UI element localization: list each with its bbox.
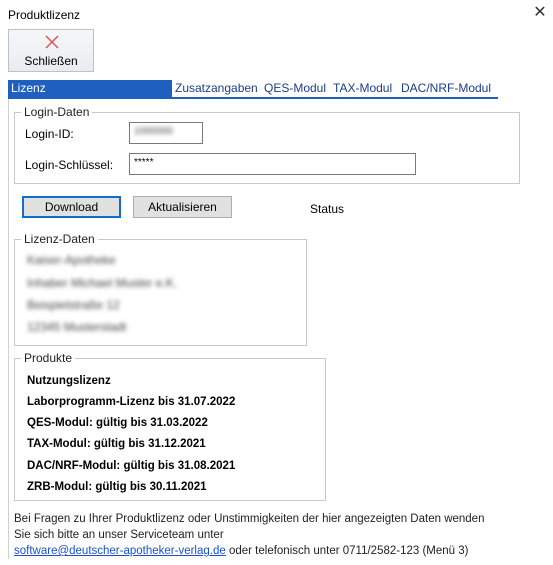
login-legend: Login-Daten	[21, 105, 93, 119]
product-item: QES-Modul: gültig bis 31.03.2022	[27, 417, 208, 429]
product-item: DAC/NRF-Modul: gültig bis 31.08.2021	[27, 460, 236, 472]
login-key-label: Login-Schlüssel:	[25, 158, 114, 172]
product-item: TAX-Modul: gültig bis 31.12.2021	[27, 438, 206, 450]
license-line: Kaiser-Apotheke	[27, 253, 116, 267]
products-legend: Produkte	[21, 351, 76, 365]
products-group: Produkte Nutzungslizenz Laborprogramm-Li…	[14, 351, 326, 501]
product-item: Nutzungslizenz	[27, 375, 111, 387]
support-email-link[interactable]: software@deutscher-apotheker-verlag.de	[14, 545, 226, 557]
license-line: 12345 Musterstadt	[27, 320, 127, 334]
status-label: Status	[310, 202, 345, 216]
login-group: Login-Daten Login-ID: 1000000 Login-Schl…	[14, 105, 520, 184]
update-button[interactable]: Aktualisieren	[133, 196, 232, 218]
close-button[interactable]: Schließen	[8, 29, 94, 72]
product-item: Laborprogramm-Lizenz bis 31.07.2022	[27, 396, 236, 408]
license-line: Inhaber Michael Muster e.K.	[27, 276, 178, 290]
window-close-icon[interactable]: ✕	[530, 3, 550, 23]
footer-line-2: Sie sich bitte an unser Serviceteam unte…	[14, 529, 224, 541]
tab-lizenz[interactable]: Lizenz aktivieren/aktualisieren	[8, 80, 172, 112]
license-line: Beispielstraße 12	[27, 298, 120, 312]
login-id-field[interactable]: 1000000	[129, 122, 203, 144]
close-icon	[45, 35, 59, 49]
login-key-value: *****	[134, 157, 154, 168]
download-button[interactable]: Download	[22, 196, 121, 218]
tab-strip: Lizenz aktivieren/aktualisieren Zusatzan…	[8, 80, 498, 112]
login-id-value: 1000000	[134, 126, 173, 137]
license-data-group: Lizenz-Daten Kaiser-Apotheke Inhaber Mic…	[14, 232, 307, 346]
product-item: ZRB-Modul: gültig bis 30.11.2021	[27, 481, 207, 493]
tab-dac-nrf[interactable]: DAC/NRF-Modul	[398, 80, 494, 97]
window-title: Produktlizenz	[8, 8, 81, 22]
footer-line-3: software@deutscher-apotheker-verlag.de o…	[14, 545, 469, 557]
tab-tax[interactable]: TAX-Modul	[330, 80, 395, 97]
login-key-field[interactable]: *****	[129, 153, 416, 175]
close-button-label: Schließen	[24, 54, 78, 68]
login-id-label: Login-ID:	[25, 127, 74, 141]
tab-qes[interactable]: QES-Modul	[261, 80, 329, 97]
tab-zusatzangaben[interactable]: Zusatzangaben	[172, 80, 261, 97]
license-legend: Lizenz-Daten	[21, 232, 98, 246]
footer-phone-text: oder telefonisch unter 0711/2582-123 (Me…	[225, 545, 469, 557]
footer-line-1: Bei Fragen zu Ihrer Produktlizenz oder U…	[14, 513, 485, 525]
